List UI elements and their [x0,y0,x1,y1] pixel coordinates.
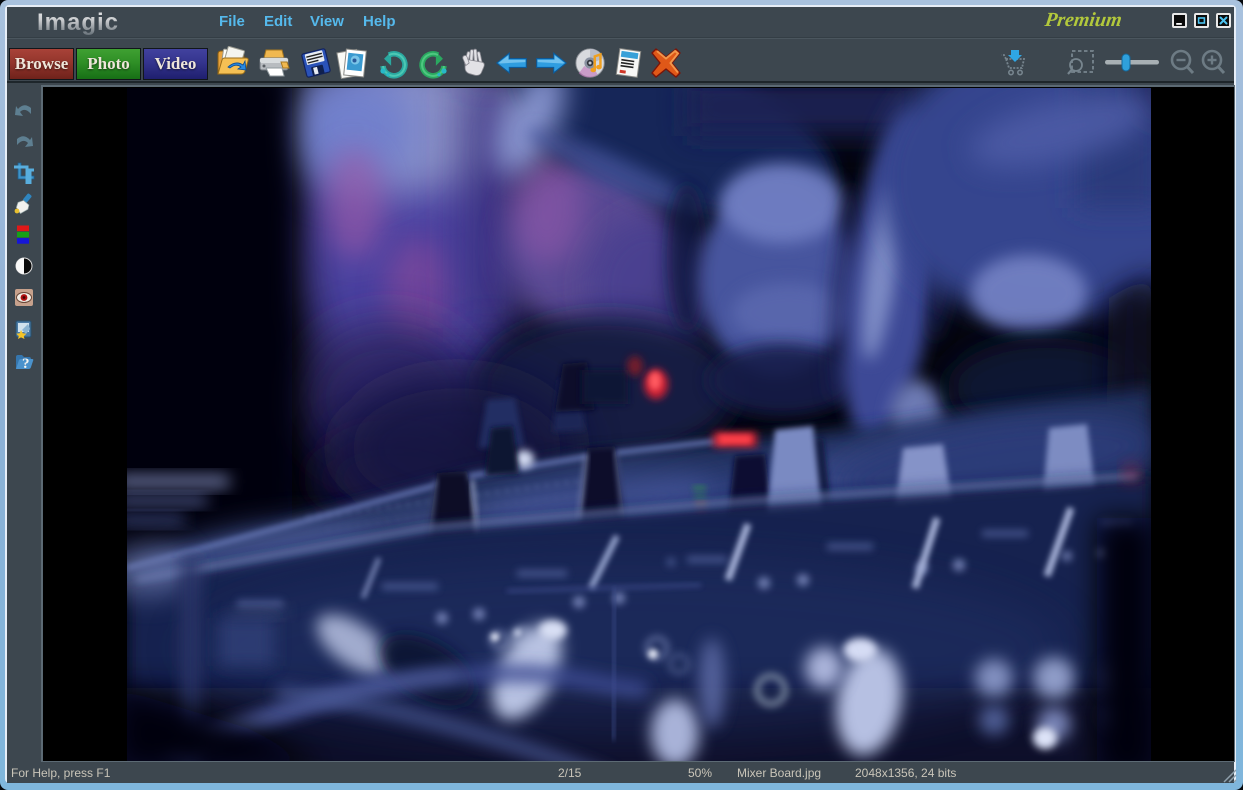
svg-text:?: ? [22,356,30,372]
